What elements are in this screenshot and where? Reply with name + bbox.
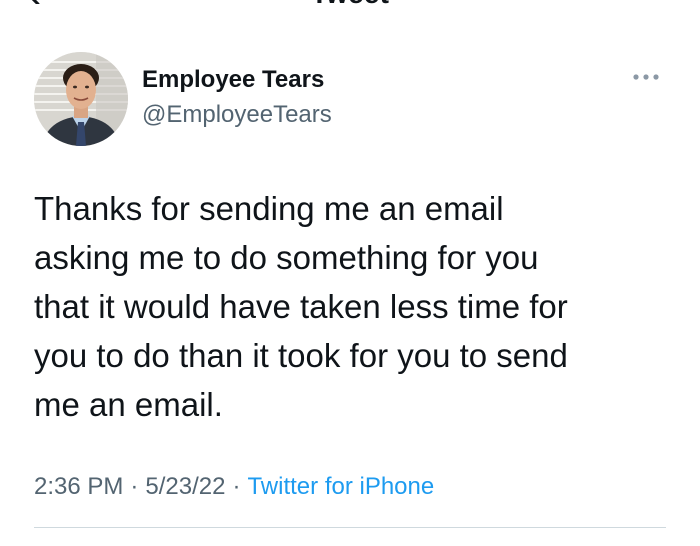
tweet-time[interactable]: 2:36 PM	[34, 473, 123, 500]
divider	[34, 527, 666, 528]
author-handle[interactable]: @EmployeeTears	[142, 101, 332, 129]
author-name[interactable]: Employee Tears	[142, 66, 324, 94]
meta-separator: ·	[232, 473, 241, 500]
avatar[interactable]	[34, 52, 128, 146]
meta-separator: ·	[130, 473, 139, 500]
more-options-icon[interactable]	[628, 70, 664, 84]
tweet-date[interactable]: 5/23/22	[145, 473, 225, 500]
top-bar: Tweet	[0, 0, 700, 10]
avatar-image	[34, 52, 128, 146]
tweet-text: Thanks for sending me an email asking me…	[34, 190, 568, 423]
tweet-source-link[interactable]: Twitter for iPhone	[247, 473, 434, 500]
tweet-meta: 2:36 PM · 5/23/22 · Twitter for iPhone	[34, 473, 434, 501]
page-title: Tweet	[0, 0, 700, 10]
